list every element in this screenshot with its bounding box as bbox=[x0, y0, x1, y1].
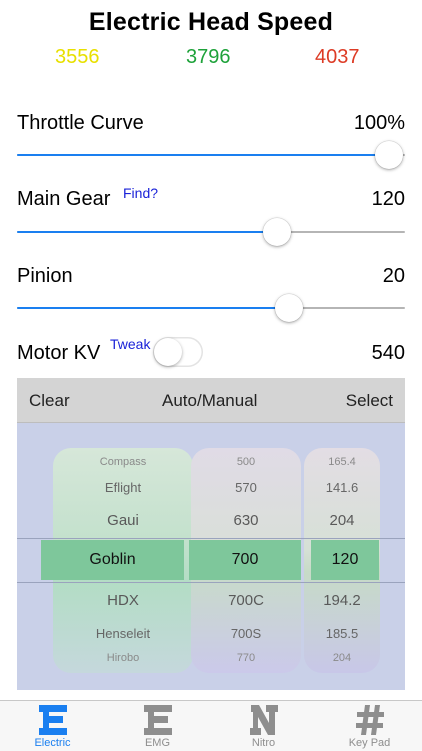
slider-fill bbox=[17, 231, 277, 233]
picker-brand: Eflight bbox=[104, 480, 142, 495]
find-link[interactable]: Find? bbox=[123, 185, 158, 201]
main-gear-value: 120 bbox=[371, 188, 405, 210]
picker-kv: 185.5 bbox=[325, 626, 359, 641]
select-button[interactable]: Select bbox=[346, 391, 393, 411]
picker-size: 770 bbox=[236, 652, 256, 664]
picker-kv: 204 bbox=[332, 652, 352, 664]
tab-bar: Electric EMG Nitro Key Pad bbox=[0, 700, 422, 751]
picker-size: 700S bbox=[230, 626, 262, 641]
head-speed-mid: 3796 bbox=[186, 46, 231, 68]
tab-nitro[interactable]: Nitro bbox=[211, 701, 316, 751]
slider-thumb[interactable] bbox=[274, 294, 303, 322]
motor-kv-label: Motor KV bbox=[17, 342, 101, 364]
picker-size: 500 bbox=[236, 456, 256, 468]
selection-line-bottom bbox=[17, 582, 405, 583]
page-title: Electric Head Speed bbox=[88, 8, 334, 36]
throttle-curve-slider[interactable] bbox=[17, 140, 405, 170]
picker-brand: Hirobo bbox=[106, 652, 140, 664]
toggle-knob bbox=[154, 338, 182, 366]
picker-toolbar: Clear Auto/Manual Select bbox=[17, 378, 405, 423]
head-speed-high: 4037 bbox=[315, 46, 360, 68]
picker-selected-size: 700 bbox=[189, 540, 301, 580]
picker-size: 570 bbox=[235, 480, 257, 495]
picker-kv: 141.6 bbox=[325, 480, 359, 495]
picker-brand: Compass bbox=[99, 456, 147, 468]
pinion-value: 20 bbox=[382, 265, 405, 287]
main-gear-label: Main Gear bbox=[17, 188, 111, 210]
emg-e-icon bbox=[143, 705, 172, 735]
picker-brand: HDX bbox=[107, 592, 139, 609]
slider-thumb[interactable] bbox=[375, 141, 404, 169]
auto-manual-button[interactable]: Auto/Manual bbox=[162, 391, 257, 411]
slider-thumb[interactable] bbox=[262, 218, 291, 246]
picker-size: 630 bbox=[233, 512, 259, 529]
nitro-n-icon bbox=[249, 705, 278, 735]
head-speed-low: 3556 bbox=[55, 46, 100, 68]
head-speed-readouts: 3556 3796 4037 bbox=[0, 46, 422, 72]
picker-size: 700C bbox=[228, 592, 264, 609]
tab-key-pad[interactable]: Key Pad bbox=[317, 701, 422, 751]
hash-keypad-icon bbox=[355, 705, 384, 735]
electric-e-icon bbox=[38, 705, 67, 735]
main-gear-slider[interactable] bbox=[17, 217, 405, 247]
picker-kv: 194.2 bbox=[323, 592, 361, 609]
pinion-label: Pinion bbox=[17, 265, 73, 287]
selection-line-top bbox=[17, 538, 405, 539]
picker-selected-kv: 120 bbox=[311, 540, 379, 580]
throttle-curve-value: 100% bbox=[353, 112, 405, 134]
clear-button[interactable]: Clear bbox=[29, 391, 70, 411]
tab-electric[interactable]: Electric bbox=[0, 701, 105, 751]
picker-kv: 204 bbox=[329, 512, 355, 529]
picker-kv: 165.4 bbox=[328, 456, 356, 468]
tab-emg[interactable]: EMG bbox=[105, 701, 210, 751]
motor-kv-value: 540 bbox=[371, 342, 405, 364]
tab-label: EMG bbox=[144, 737, 171, 749]
slider-fill bbox=[17, 154, 390, 156]
tab-label: Electric bbox=[34, 737, 71, 749]
picker-selected-brand: Goblin bbox=[41, 540, 184, 580]
picker-brand: Henseleit bbox=[95, 626, 151, 641]
throttle-curve-label: Throttle Curve bbox=[17, 112, 144, 134]
pinion-slider[interactable] bbox=[17, 293, 405, 323]
picker-brand: Gaui bbox=[107, 512, 139, 529]
tab-label: Key Pad bbox=[348, 737, 391, 749]
tweak-link[interactable]: Tweak bbox=[110, 336, 150, 352]
tab-label: Nitro bbox=[251, 737, 276, 749]
tweak-toggle[interactable] bbox=[153, 337, 203, 367]
motor-picker[interactable]: Clear Auto/Manual Select Compass 500 165… bbox=[17, 378, 405, 690]
slider-fill bbox=[17, 307, 289, 309]
